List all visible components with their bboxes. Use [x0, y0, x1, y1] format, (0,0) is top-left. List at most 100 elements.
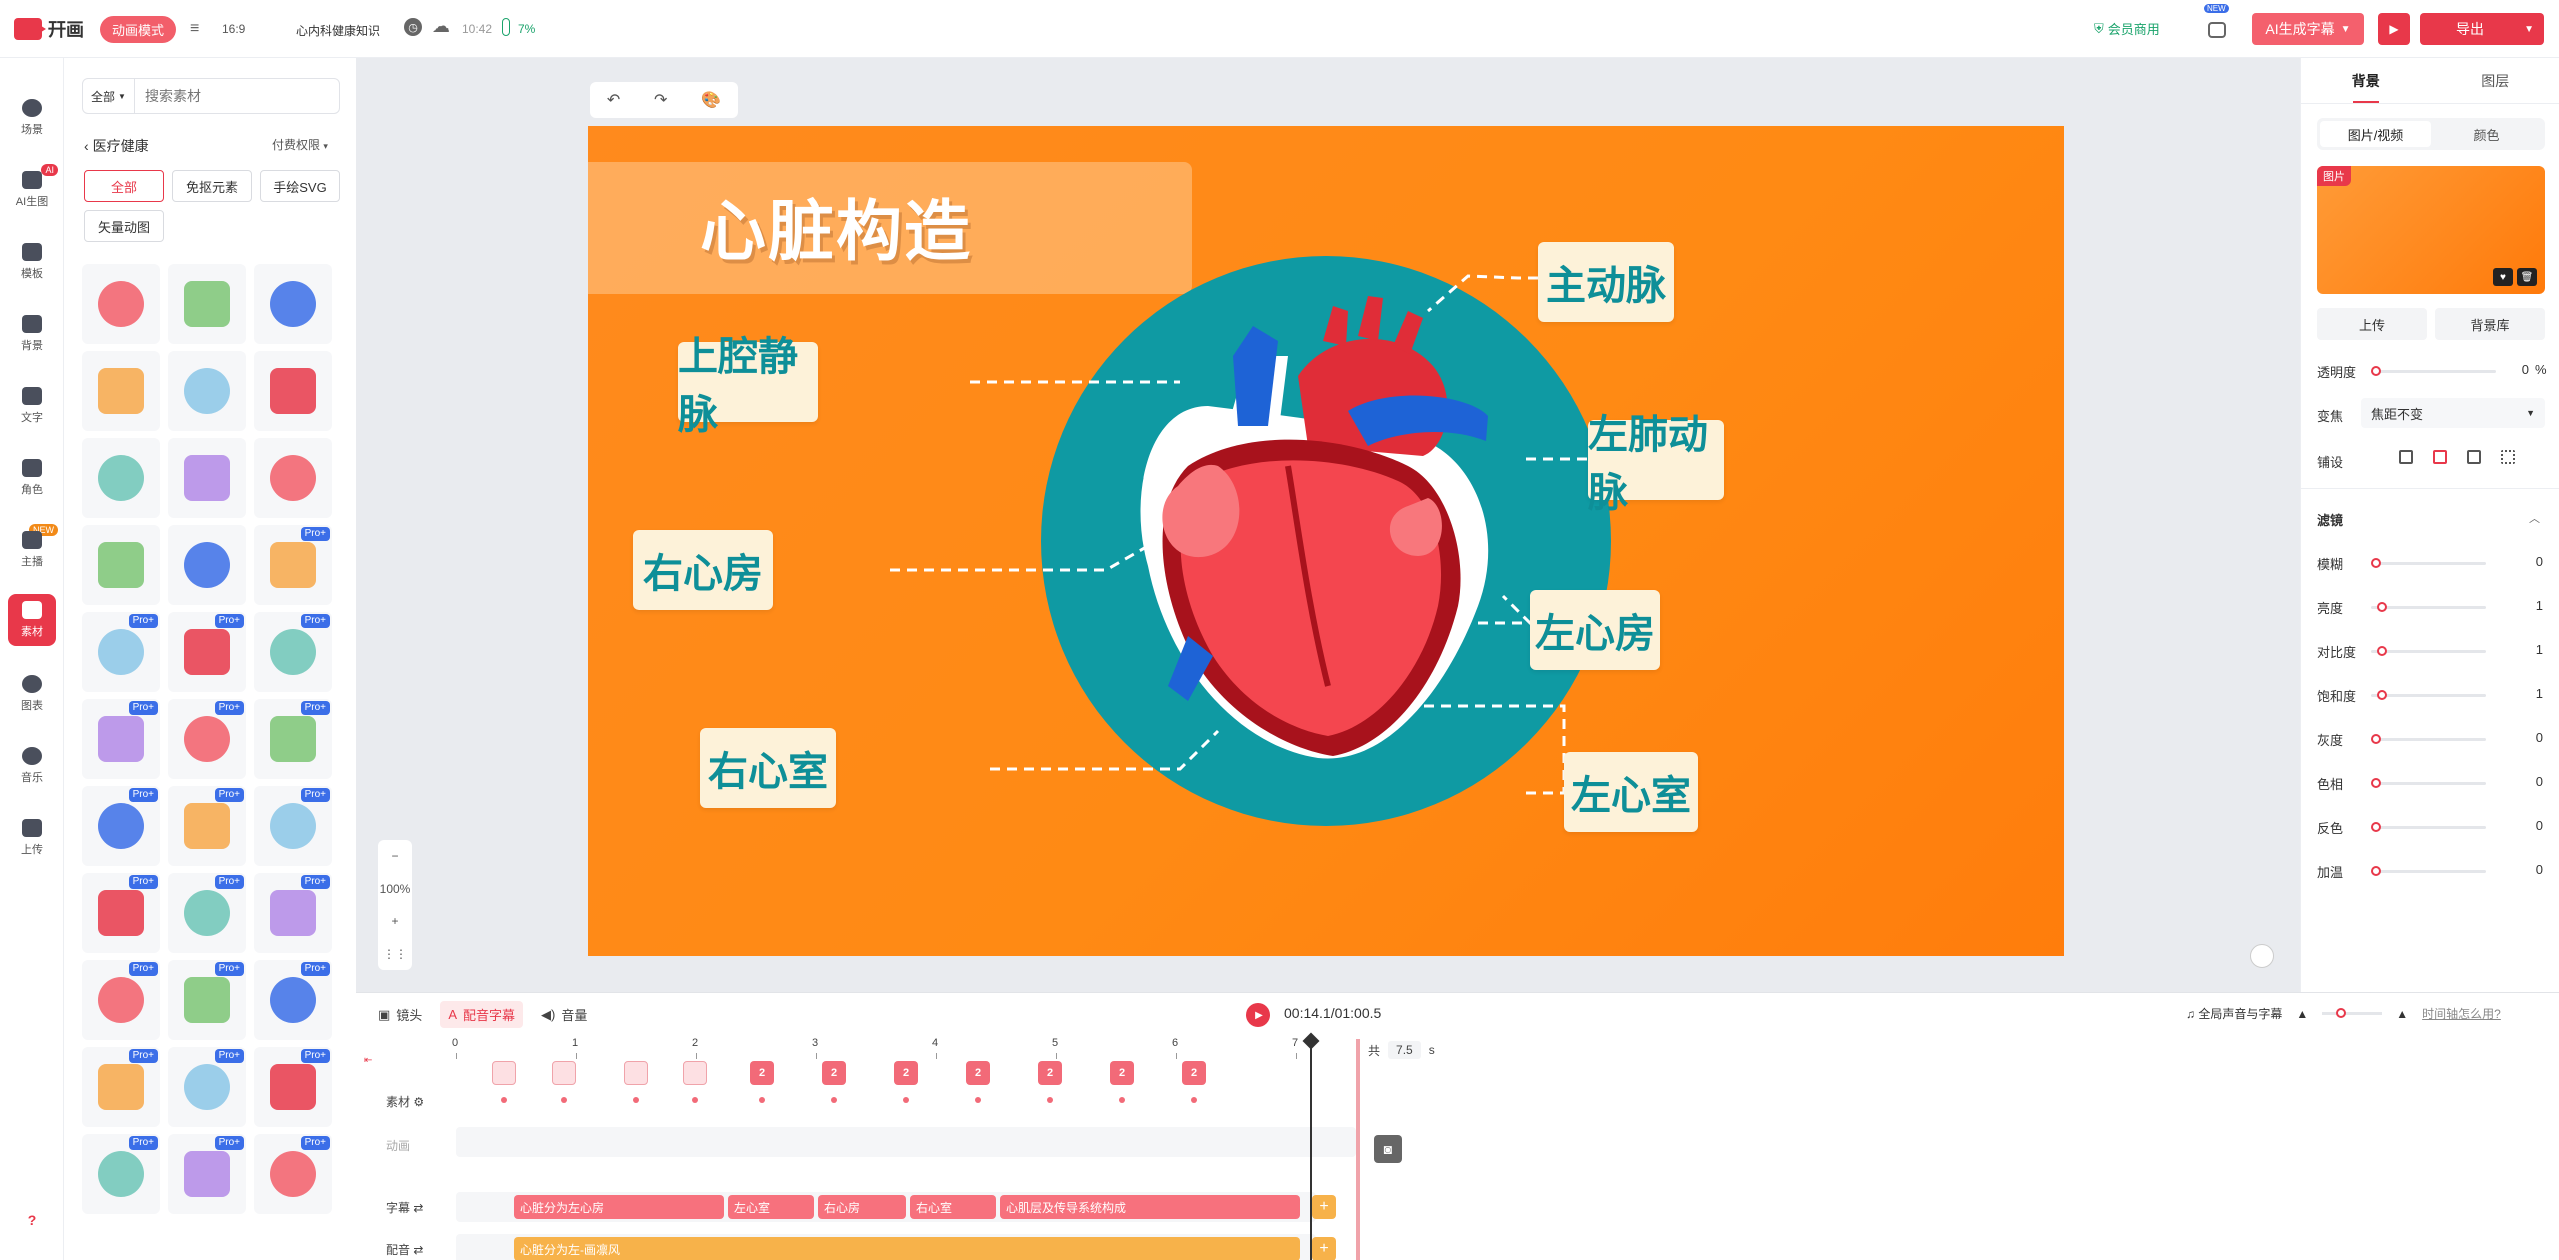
asset-keyframe[interactable]	[682, 1061, 707, 1085]
ai-subtitle-button[interactable]: AI生成字幕 ▼	[2252, 13, 2364, 45]
grid-icon[interactable]: ⋮⋮	[383, 947, 407, 961]
chevron-up-icon[interactable]: ︿	[2529, 510, 2540, 526]
filter-slider[interactable]	[2371, 734, 2486, 744]
asset-thumb[interactable]: Pro+	[168, 960, 246, 1040]
nav-character[interactable]: 角色	[0, 448, 64, 508]
seg-color[interactable]: 颜色	[2431, 121, 2542, 147]
tab-background[interactable]: 背景	[2301, 58, 2431, 103]
asset-thumb[interactable]: Pro+	[254, 612, 332, 692]
filter-slider[interactable]	[2371, 558, 2486, 568]
focus-select[interactable]: 焦距不变 ▼	[2361, 398, 2545, 428]
asset-thumb[interactable]	[82, 264, 160, 344]
slider-knob[interactable]	[2376, 690, 2387, 700]
help-icon[interactable]: ?	[20, 1208, 44, 1232]
swap-icon[interactable]: ⇄	[413, 1243, 423, 1257]
global-voice-button[interactable]: ♫ 全局声音与字幕	[2186, 1005, 2282, 1022]
timeline-end-marker[interactable]	[1356, 1039, 1360, 1260]
delete-icon[interactable]: 🗑	[2517, 268, 2537, 286]
voice-segment[interactable]: 心脏分为左-画凛风	[514, 1237, 1300, 1260]
asset-keyframe[interactable]: 2	[1110, 1061, 1134, 1085]
seg-image-video[interactable]: 图片/视频	[2320, 121, 2431, 147]
slider-knob[interactable]	[2376, 602, 2387, 612]
fit-icon[interactable]	[2399, 450, 2413, 464]
label-aorta[interactable]: 主动脉	[1538, 242, 1674, 322]
project-name[interactable]: 心内科健康知识	[296, 22, 380, 39]
asset-thumb[interactable]: Pro+	[254, 786, 332, 866]
swap-icon[interactable]: ⇄	[413, 1201, 423, 1215]
asset-thumb[interactable]	[82, 351, 160, 431]
filter-cutout[interactable]: 免抠元素	[172, 170, 252, 202]
favorite-icon[interactable]: ♥	[2493, 268, 2513, 286]
asset-thumb[interactable]	[82, 525, 160, 605]
asset-keyframe[interactable]	[624, 1061, 648, 1085]
slider-knob[interactable]	[2371, 822, 2381, 832]
stage-canvas[interactable]: 心脏构造 上腔静脉 右心房 右心室 主动脉 左肺动脉 左心房 左心室	[588, 126, 2064, 956]
label-left-ventricle[interactable]: 左心室	[1564, 752, 1698, 832]
filter-slider[interactable]	[2371, 778, 2486, 788]
nav-anchor[interactable]: NEW 主播	[0, 520, 64, 580]
zoom-large-icon[interactable]: ▲	[2396, 1007, 2408, 1021]
asset-thumb[interactable]	[168, 525, 246, 605]
asset-thumb[interactable]: Pro+	[168, 786, 246, 866]
asset-thumb[interactable]: Pro+	[254, 699, 332, 779]
slider-knob[interactable]	[2336, 1008, 2347, 1018]
upload-bg-button[interactable]: 上传	[2317, 308, 2427, 340]
asset-thumb[interactable]: Pro+	[168, 1134, 246, 1214]
nav-ai-image[interactable]: AI AI生图	[0, 160, 64, 220]
nav-assets[interactable]: 素材	[8, 594, 56, 646]
camera-snapshot-icon[interactable]: ◙	[1374, 1135, 1402, 1163]
asset-thumb[interactable]: Pro+	[254, 1047, 332, 1127]
asset-thumb[interactable]: Pro+	[82, 1134, 160, 1214]
playhead[interactable]	[1310, 1039, 1312, 1260]
robot-button[interactable]: NEW	[2204, 4, 2229, 38]
filter-slider[interactable]	[2371, 690, 2486, 700]
asset-keyframe[interactable]: 2	[894, 1061, 918, 1085]
asset-thumb[interactable]: Pro+	[254, 525, 332, 605]
asset-thumb[interactable]: Pro+	[168, 699, 246, 779]
palette-icon[interactable]: 🎨	[701, 90, 721, 110]
filter-slider[interactable]	[2371, 866, 2486, 876]
nav-music[interactable]: 音乐	[0, 736, 64, 796]
asset-thumb[interactable]	[168, 351, 246, 431]
add-subtitle-button[interactable]: +	[1312, 1195, 1336, 1219]
label-right-ventricle[interactable]: 右心室	[700, 728, 836, 808]
gear-icon[interactable]: ⚙	[413, 1095, 424, 1109]
menu-icon[interactable]: ≡	[190, 20, 199, 38]
zoom-out-icon[interactable]: −	[391, 849, 398, 863]
tab-camera[interactable]: ▣ 镜头	[370, 1001, 430, 1028]
undo-icon[interactable]: ↶	[607, 90, 620, 110]
aspect-ratio[interactable]: 16:9	[222, 22, 245, 36]
asset-thumb[interactable]	[82, 438, 160, 518]
bg-library-button[interactable]: 背景库	[2435, 308, 2545, 340]
timeline-play-button[interactable]: ▶	[1246, 1003, 1270, 1027]
asset-thumb[interactable]: Pro+	[168, 612, 246, 692]
export-button[interactable]: 导出 ▼	[2420, 13, 2544, 45]
slider-knob[interactable]	[2371, 734, 2381, 744]
timeline-zoom-slider[interactable]	[2322, 1008, 2383, 1018]
add-voice-button[interactable]: +	[1312, 1237, 1336, 1260]
asset-thumb[interactable]: Pro+	[82, 960, 160, 1040]
asset-thumb[interactable]: Pro+	[82, 699, 160, 779]
asset-thumb[interactable]: Pro+	[82, 786, 160, 866]
asset-thumb[interactable]: Pro+	[168, 1047, 246, 1127]
zoom-small-icon[interactable]: ▲	[2296, 1007, 2308, 1021]
slider-knob[interactable]	[2371, 558, 2381, 568]
chevron-down-icon[interactable]: ▼	[2524, 24, 2534, 35]
collapse-track-icon[interactable]: ⇤	[364, 1055, 378, 1071]
slider-knob[interactable]	[2371, 866, 2381, 876]
subtitle-segment[interactable]: 心脏分为左心房	[514, 1195, 724, 1219]
tile-icon[interactable]	[2501, 450, 2515, 464]
filter-svg[interactable]: 手绘SVG	[260, 170, 340, 202]
anim-track[interactable]	[456, 1127, 1356, 1157]
zoom-in-icon[interactable]: +	[391, 914, 398, 928]
asset-thumb[interactable]: Pro+	[254, 1134, 332, 1214]
preview-play-button[interactable]: ▶	[2378, 13, 2410, 45]
nav-background[interactable]: 背景	[0, 304, 64, 364]
asset-thumb[interactable]: Pro+	[82, 873, 160, 953]
nav-text[interactable]: 文字	[0, 376, 64, 436]
tab-layers[interactable]: 图层	[2431, 58, 2559, 103]
nav-template[interactable]: 模板	[0, 232, 64, 292]
permission-filter[interactable]: 付费权限 ▾	[272, 136, 328, 153]
slider-knob[interactable]	[2371, 366, 2381, 376]
fill-icon[interactable]	[2433, 450, 2447, 464]
